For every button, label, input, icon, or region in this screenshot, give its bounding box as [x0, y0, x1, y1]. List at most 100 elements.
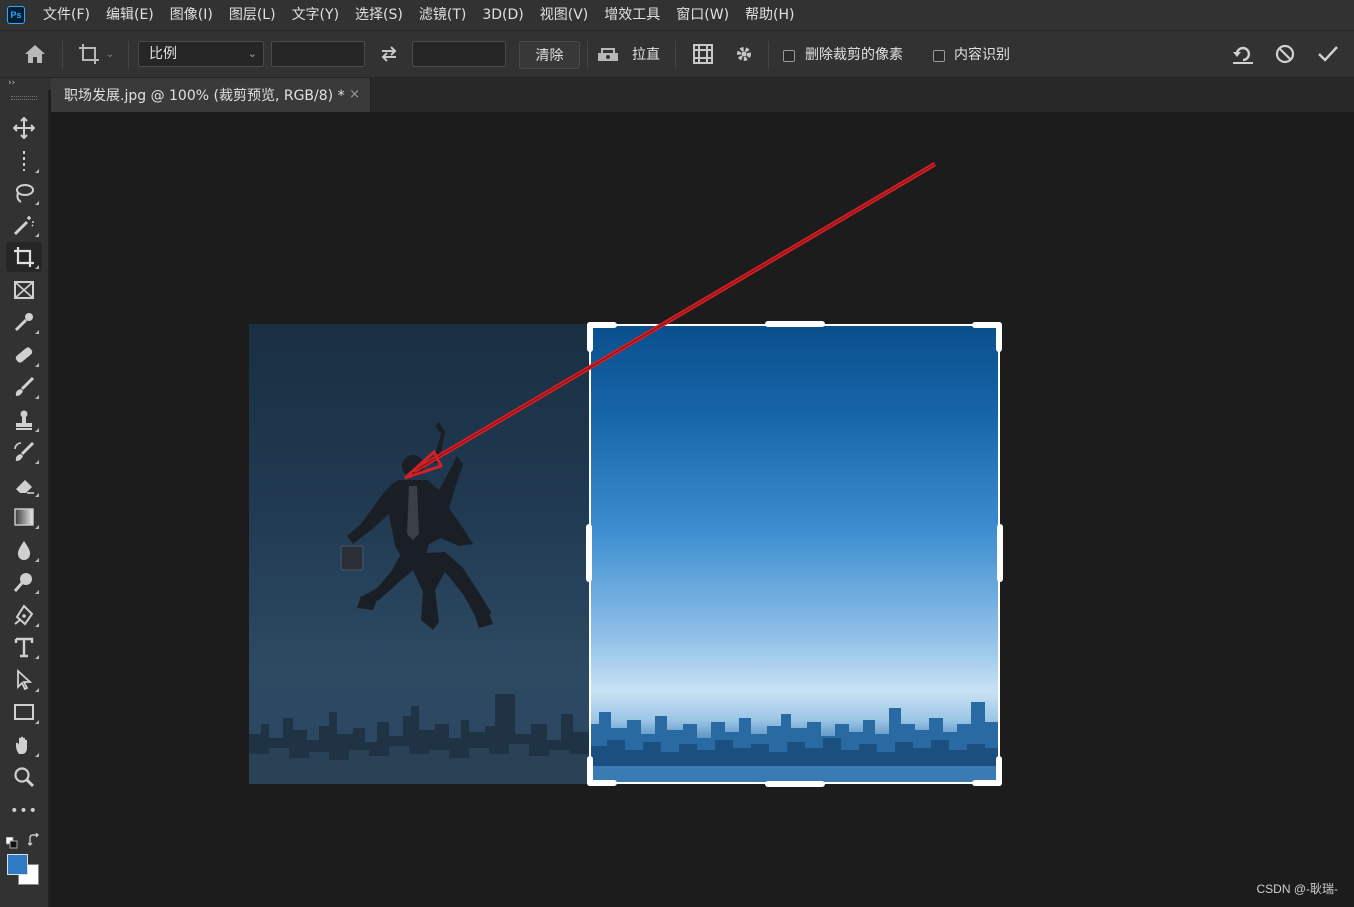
- bandage-icon: [15, 347, 33, 363]
- clone-stamp-tool[interactable]: [6, 405, 42, 435]
- zoom-tool[interactable]: [6, 762, 42, 792]
- crop-settings-button[interactable]: [728, 31, 760, 77]
- move-icon: [13, 117, 35, 139]
- ratio-select[interactable]: 比例 ⌄: [138, 41, 264, 67]
- cursor-icon: [17, 669, 33, 691]
- swap-dimensions-button[interactable]: [374, 31, 404, 77]
- toolbar-collapse-button[interactable]: ››: [0, 78, 51, 90]
- checkmark-icon: [1318, 46, 1338, 62]
- history-brush-icon: [14, 441, 35, 461]
- cancel-crop-button[interactable]: [1270, 31, 1300, 77]
- chevron-down-icon: ⌄: [247, 47, 257, 60]
- stamp-icon: [16, 410, 32, 430]
- pen-icon: [14, 604, 34, 626]
- frame-tool[interactable]: [6, 275, 42, 305]
- toolbar: •••: [0, 90, 49, 907]
- move-tool[interactable]: [6, 113, 42, 143]
- content-aware-label[interactable]: 内容识别: [954, 44, 1010, 64]
- ratio-select-value: 比例: [149, 46, 177, 62]
- menu-3d[interactable]: 3D(D): [474, 0, 531, 30]
- gradient-icon: [14, 508, 34, 526]
- rectangle-tool[interactable]: [6, 697, 42, 727]
- marquee-tool[interactable]: [6, 146, 42, 176]
- foreground-color-swatch[interactable]: [7, 854, 28, 875]
- home-icon: [25, 45, 45, 63]
- home-button[interactable]: [18, 31, 52, 77]
- brush-icon: [15, 376, 35, 396]
- type-tool[interactable]: [6, 632, 42, 662]
- reset-icon: [1233, 46, 1253, 64]
- separator: [62, 41, 63, 69]
- brush-tool[interactable]: [6, 372, 42, 402]
- menu-file[interactable]: 文件(F): [35, 0, 98, 30]
- magic-wand-icon: [13, 216, 34, 236]
- close-icon[interactable]: ×: [349, 87, 360, 102]
- document-tab-title: 职场发展.jpg @ 100% (裁剪预览, RGB/8) *: [64, 88, 345, 104]
- content-aware-checkbox[interactable]: [933, 50, 945, 62]
- lasso-tool[interactable]: [6, 178, 42, 208]
- dodge-icon: [13, 573, 32, 592]
- menu-bar: Ps 文件(F) 编辑(E) 图像(I) 图层(L) 文字(Y) 选择(S) 滤…: [0, 0, 1354, 30]
- width-input[interactable]: [271, 41, 365, 67]
- toolbar-grip[interactable]: [11, 96, 37, 100]
- annotation-arrow: [403, 162, 937, 480]
- height-input[interactable]: [412, 41, 506, 67]
- default-colors-icon[interactable]: [5, 834, 18, 849]
- delete-cropped-pixels-label[interactable]: 删除裁剪的像素: [805, 44, 903, 64]
- canvas-area[interactable]: CSDN @-耿瑞-: [51, 112, 1354, 907]
- history-brush-tool[interactable]: [6, 437, 42, 467]
- eyedropper-icon: [14, 313, 33, 332]
- gear-icon: [737, 47, 751, 61]
- lasso-icon: [16, 184, 34, 203]
- swap-colors-icon[interactable]: [27, 832, 42, 846]
- straighten-icon: [598, 48, 618, 61]
- menu-image[interactable]: 图像(I): [162, 0, 221, 30]
- crop-tool[interactable]: [6, 242, 42, 272]
- menu-layer[interactable]: 图层(L): [221, 0, 284, 30]
- gradient-tool[interactable]: [6, 502, 42, 532]
- menu-plugins[interactable]: 增效工具: [596, 0, 668, 30]
- cancel-icon: [1275, 44, 1295, 64]
- menu-edit[interactable]: 编辑(E): [98, 0, 162, 30]
- eyedropper-tool[interactable]: [6, 307, 42, 337]
- drop-icon: [17, 541, 31, 560]
- crop-icon: [14, 247, 34, 267]
- pen-tool[interactable]: [6, 600, 42, 630]
- crop-icon: [78, 44, 99, 64]
- type-icon: [14, 637, 34, 658]
- watermark: CSDN @-耿瑞-: [1256, 882, 1338, 896]
- magic-wand-tool[interactable]: [6, 210, 42, 240]
- separator: [675, 41, 676, 69]
- delete-cropped-pixels-checkbox[interactable]: [783, 50, 795, 62]
- document-tab-bar: 职场发展.jpg @ 100% (裁剪预览, RGB/8) * ×: [51, 78, 1354, 112]
- blur-tool[interactable]: [6, 535, 42, 565]
- commit-crop-button[interactable]: [1313, 31, 1343, 77]
- document-tab[interactable]: 职场发展.jpg @ 100% (裁剪预览, RGB/8) * ×: [51, 78, 371, 112]
- menu-window[interactable]: 窗口(W): [668, 0, 737, 30]
- straighten-button[interactable]: [594, 31, 622, 77]
- menu-select[interactable]: 选择(S): [347, 0, 411, 30]
- eraser-icon: [16, 480, 34, 494]
- menu-type[interactable]: 文字(Y): [284, 0, 347, 30]
- swap-icon: [381, 46, 397, 62]
- crop-preset-picker[interactable]: ⌄: [72, 31, 120, 77]
- path-selection-tool[interactable]: [6, 665, 42, 695]
- menu-help[interactable]: 帮助(H): [737, 0, 802, 30]
- menu-view[interactable]: 视图(V): [532, 0, 597, 30]
- frame-icon: [14, 281, 34, 299]
- overlay-options-button[interactable]: [688, 31, 718, 77]
- separator: [768, 41, 769, 69]
- edit-toolbar-button[interactable]: •••: [6, 796, 42, 826]
- reset-crop-button[interactable]: [1228, 31, 1258, 77]
- menu-filter[interactable]: 滤镜(T): [411, 0, 474, 30]
- hand-tool[interactable]: [6, 730, 42, 760]
- healing-brush-tool[interactable]: [6, 340, 42, 370]
- hand-icon: [16, 736, 27, 754]
- clear-button[interactable]: 清除: [519, 41, 580, 69]
- separator: [128, 41, 129, 69]
- straighten-label[interactable]: 拉直: [628, 31, 664, 77]
- separator: [587, 41, 588, 69]
- eraser-tool[interactable]: [6, 470, 42, 500]
- photoshop-logo[interactable]: Ps: [7, 6, 25, 24]
- dodge-tool[interactable]: [6, 567, 42, 597]
